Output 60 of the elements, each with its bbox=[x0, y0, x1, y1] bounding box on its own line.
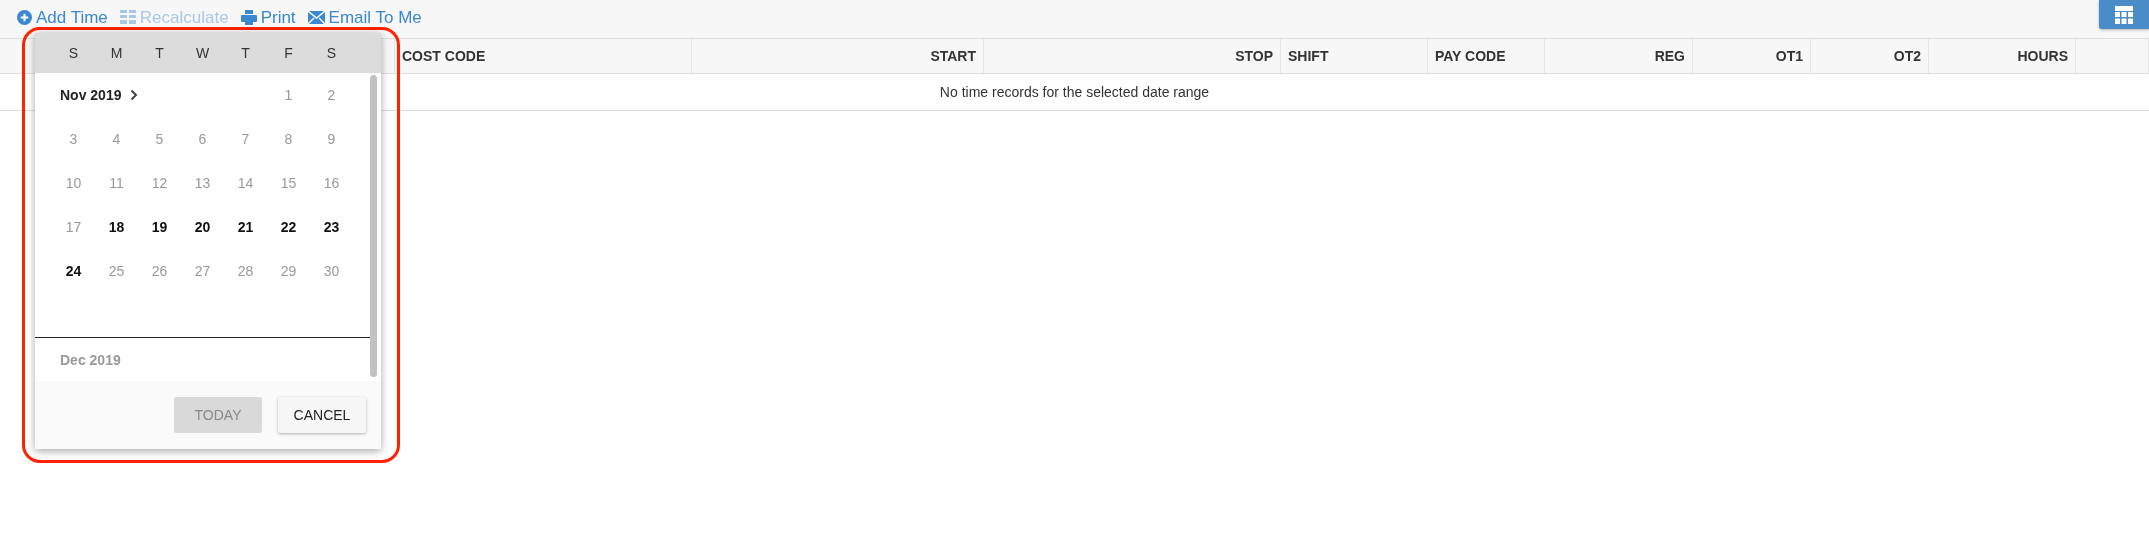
printer-icon bbox=[240, 9, 257, 25]
weekday-label: S bbox=[67, 45, 80, 61]
calendar-day: 4 bbox=[112, 131, 121, 147]
calendar-day: 3 bbox=[69, 131, 78, 147]
calendar-day[interactable]: 23 bbox=[323, 219, 340, 235]
month-label: Nov 2019 bbox=[60, 87, 122, 103]
table-icon bbox=[119, 10, 136, 24]
calendar-day: 5 bbox=[155, 131, 164, 147]
calendar-day: 6 bbox=[198, 131, 207, 147]
calendar-day: 16 bbox=[323, 175, 340, 191]
calendar-day: 28 bbox=[237, 263, 254, 279]
envelope-icon bbox=[307, 10, 325, 24]
calendar-day: 12 bbox=[151, 175, 168, 191]
calendar-day: 2 bbox=[327, 87, 336, 103]
weekday-label: S bbox=[325, 45, 338, 61]
calendar-button[interactable]: CANCEL bbox=[278, 397, 366, 433]
calendar-day[interactable]: 19 bbox=[151, 219, 168, 235]
column-header[interactable]: SHIFT bbox=[1281, 39, 1428, 73]
scrollbar[interactable] bbox=[370, 75, 377, 377]
calendar-day: 17 bbox=[65, 219, 82, 235]
column-header[interactable]: STOP bbox=[984, 39, 1281, 73]
column-header[interactable]: REG bbox=[1545, 39, 1693, 73]
column-header[interactable]: OT1 bbox=[1693, 39, 1811, 73]
empty-message: No time records for the selected date range bbox=[939, 84, 1210, 100]
calendar-day: 14 bbox=[237, 175, 254, 191]
weekday-label: F bbox=[283, 45, 294, 61]
calendar-day: 1 bbox=[284, 87, 293, 103]
calendar-day: 27 bbox=[194, 263, 211, 279]
calendar-day: 13 bbox=[194, 175, 211, 191]
column-header[interactable]: START bbox=[692, 39, 984, 73]
calendar-day[interactable]: 24 bbox=[65, 263, 82, 279]
weekday-label: M bbox=[109, 45, 124, 61]
weekday-label: T bbox=[240, 45, 251, 61]
column-header[interactable]: OT2 bbox=[1811, 39, 1929, 73]
column-header[interactable]: COST CODE bbox=[395, 39, 692, 73]
calendar-day: 26 bbox=[151, 263, 168, 279]
calendar-day[interactable]: 20 bbox=[194, 219, 211, 235]
calendar-day[interactable]: 22 bbox=[280, 219, 297, 235]
calendar-day: 7 bbox=[241, 131, 250, 147]
toolbar-link[interactable]: Print bbox=[240, 8, 296, 26]
chevron-right-icon[interactable] bbox=[130, 89, 139, 101]
calendar-day: 30 bbox=[323, 263, 340, 279]
column-header[interactable]: HOURS bbox=[1929, 39, 2076, 73]
toolbar-link[interactable]: Add Time bbox=[17, 8, 108, 26]
grid-icon bbox=[2115, 5, 2133, 24]
calendar-day: 29 bbox=[280, 263, 297, 279]
calendar-day[interactable]: 18 bbox=[108, 219, 125, 235]
calendar-day: 10 bbox=[65, 175, 82, 191]
month-label: Dec 2019 bbox=[60, 352, 121, 368]
weekday-label: T bbox=[154, 45, 165, 61]
plus-circle-icon bbox=[17, 9, 32, 25]
column-header[interactable]: PAY CODE bbox=[1428, 39, 1545, 73]
calendar-day: 15 bbox=[280, 175, 297, 191]
columns-button[interactable] bbox=[2099, 0, 2149, 29]
weekday-label: W bbox=[194, 45, 211, 61]
calendar-day: 11 bbox=[109, 175, 124, 191]
calendar-day[interactable]: 21 bbox=[237, 219, 254, 235]
calendar-day: 9 bbox=[327, 131, 336, 147]
calendar-day: 25 bbox=[108, 263, 125, 279]
calendar-day: 8 bbox=[284, 131, 293, 147]
